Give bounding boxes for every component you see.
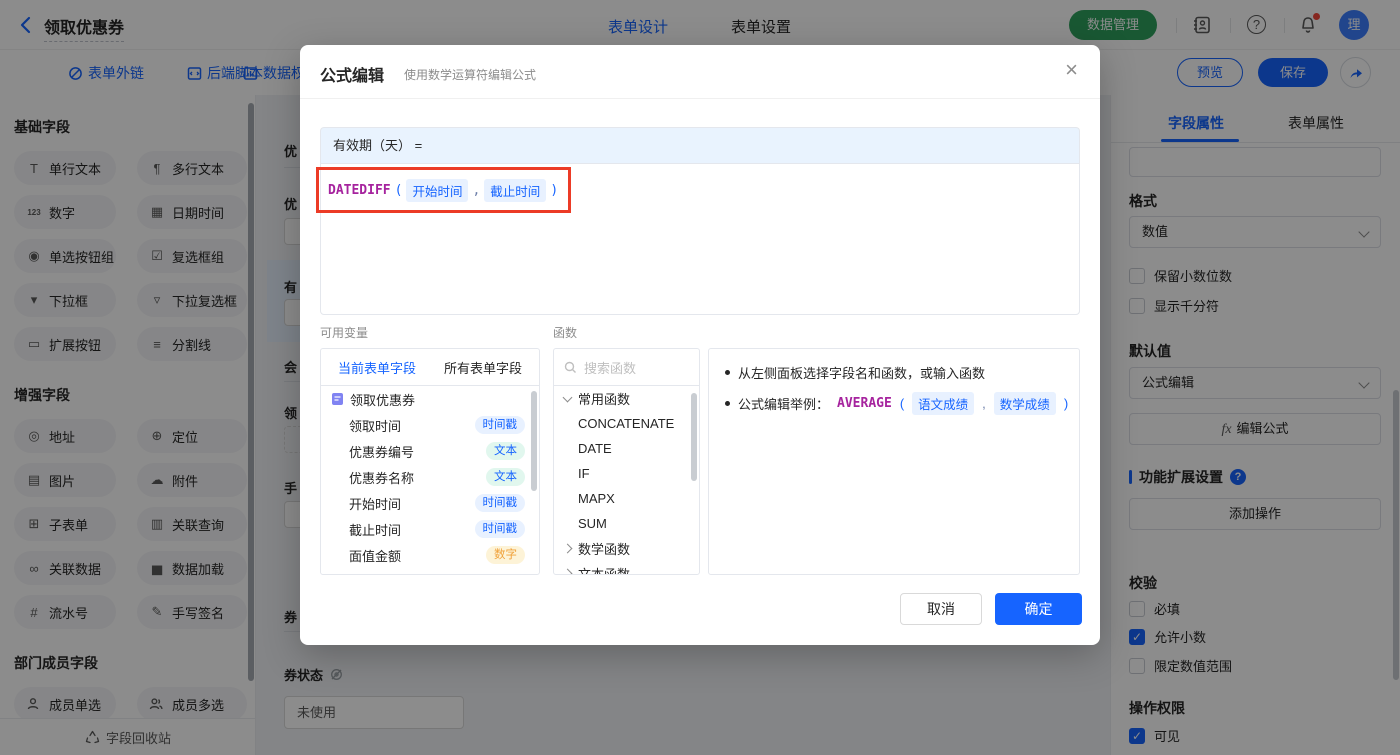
functions-scrollbar[interactable] [691,393,697,481]
variable-row[interactable]: 开始时间 时间戳 [321,490,539,516]
function-group-common[interactable]: 常用函数 [554,386,699,411]
tab-all-form-fields[interactable]: 所有表单字段 [444,358,522,377]
function-item-if[interactable]: IF [554,461,699,486]
bullet-icon [725,370,730,375]
function-group-math[interactable]: 数学函数 [554,536,699,561]
modal-subtitle: 使用数学运算符编辑公式 [404,68,537,82]
formula-edit-modal: 公式编辑 使用数学运算符编辑公式 × 有效期（天） = DATEDIFF( 开始… [300,45,1100,645]
function-item-sum[interactable]: SUM [554,511,699,536]
function-search[interactable]: 搜索函数 [554,349,699,386]
chevron-right-icon [562,568,573,574]
function-group-text[interactable]: 文本函数 [554,561,699,575]
variables-panel: 当前表单字段 所有表单字段 领取优惠券 领取时间 时间戳 优惠券编号 文本 优惠券名… [320,348,540,575]
field-chip-example-1: 语文成绩 [912,392,975,415]
chevron-down-icon [562,392,573,402]
group-label: 常用函数 [578,392,631,407]
comma-token: , [982,396,986,411]
type-badge-number: 数字 [486,546,525,564]
function-token: AVERAGE [837,396,892,411]
variable-name: 领取时间 [349,418,402,434]
hint-text: 从左侧面板选择字段名和函数，或输入函数 [738,366,986,381]
function-item-concatenate[interactable]: CONCATENATE [554,411,699,436]
functions-panel: 搜索函数 常用函数 CONCATENATE DATE IF MAPX SUM 数… [553,348,700,575]
variable-name: 优惠券编号 [349,444,415,460]
field-chip-example-2: 数学成绩 [993,392,1056,415]
type-badge-text: 文本 [486,468,525,486]
type-badge-text: 文本 [486,442,525,460]
bullet-icon [725,401,730,406]
variable-row[interactable]: 领取时间 时间戳 [321,412,539,438]
variable-name: 截止时间 [349,522,402,538]
hint-line-1: 从左侧面板选择字段名和函数，或输入函数 [725,363,985,382]
variable-name: 优惠券名称 [349,470,415,486]
type-badge-timestamp: 时间戳 [474,416,525,434]
chevron-right-icon [562,543,573,554]
search-placeholder: 搜索函数 [584,360,637,376]
close-paren: ) [1063,396,1069,411]
annotation-red-box [316,167,571,213]
group-label: 文本函数 [578,567,631,575]
cancel-button[interactable]: 取消 [900,593,982,625]
variable-name: 面值金额 [349,548,402,564]
variable-row[interactable]: 优惠券编号 文本 [321,438,539,464]
variable-name: 开始时间 [349,496,402,512]
variables-tabs: 当前表单字段 所有表单字段 [321,349,539,386]
hints-panel: 从左侧面板选择字段名和函数，或输入函数 公式编辑举例： AVERAGE ( 语文成绩… [708,348,1080,575]
type-badge-timestamp: 时间戳 [474,520,525,538]
open-paren: ( [899,396,905,411]
hint-line-2: 公式编辑举例： AVERAGE ( 语文成绩 , 数学成绩 ) [725,392,1068,415]
tab-current-form-fields[interactable]: 当前表单字段 [338,358,416,377]
close-icon[interactable]: × [1065,57,1078,83]
formula-target-row: 有效期（天） = [320,127,1080,163]
search-icon [564,361,577,374]
type-badge-timestamp: 时间戳 [474,494,525,512]
group-label: 数学函数 [578,542,631,557]
variables-label: 可用变量 [320,326,369,340]
function-item-date[interactable]: DATE [554,436,699,461]
variable-row[interactable]: 优惠券名称 文本 [321,464,539,490]
form-doc-icon [331,392,344,406]
variable-row[interactable]: 面值金额 数字 [321,542,539,568]
function-item-mapx[interactable]: MAPX [554,486,699,511]
confirm-button[interactable]: 确定 [995,593,1082,625]
divider [300,98,1100,99]
variable-row[interactable]: 截止时间 时间戳 [321,516,539,542]
modal-title: 公式编辑 [320,68,385,85]
form-name: 领取优惠券 [350,392,416,408]
variables-form-node[interactable]: 领取优惠券 [321,386,539,412]
functions-label: 函数 [553,326,578,340]
variables-scrollbar[interactable] [531,391,537,491]
hint-text: 公式编辑举例： [738,397,830,412]
